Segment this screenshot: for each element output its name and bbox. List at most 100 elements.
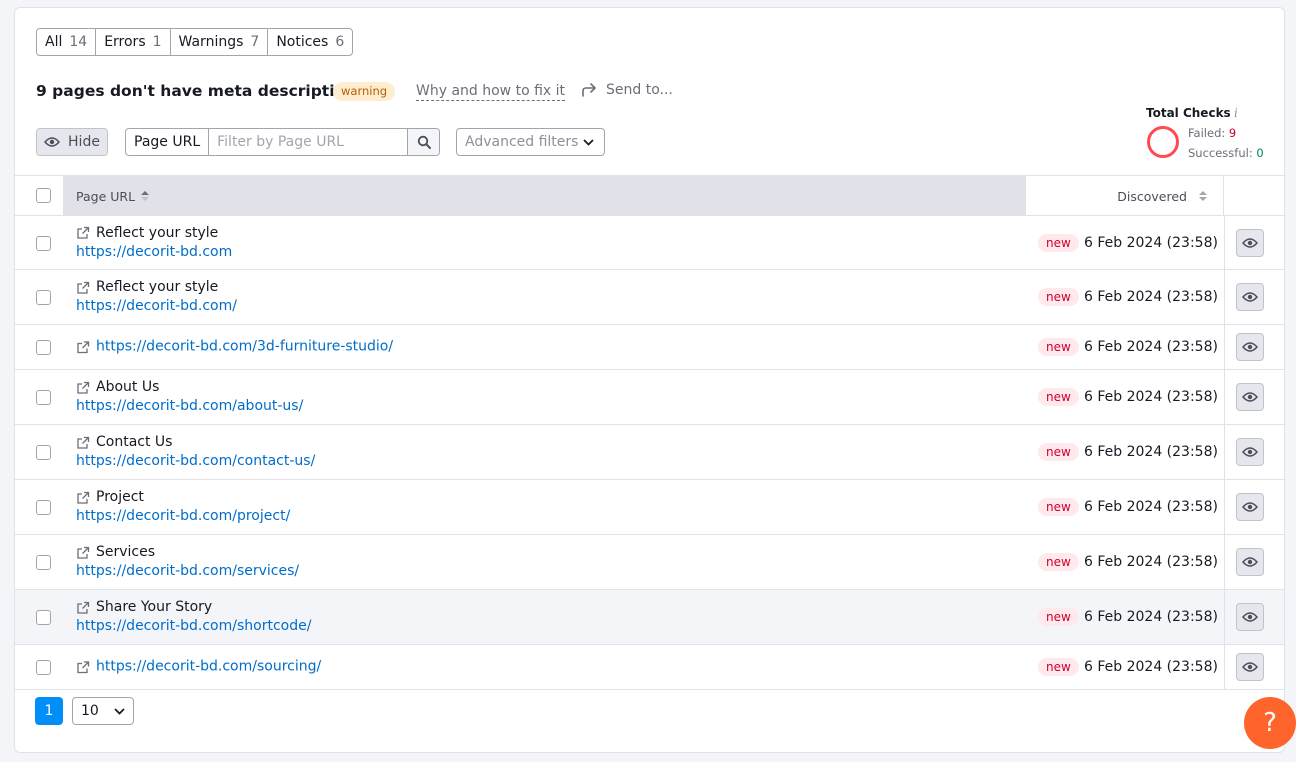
page-url-link[interactable]: https://decorit-bd.com/contact-us/ bbox=[76, 452, 315, 471]
row-checkbox[interactable] bbox=[36, 340, 51, 355]
view-details-button[interactable] bbox=[1236, 603, 1264, 631]
info-icon[interactable]: i bbox=[1234, 106, 1238, 120]
total-checks-title: Total Checks bbox=[1146, 106, 1231, 120]
sort-icon bbox=[1199, 191, 1207, 201]
external-link-icon[interactable] bbox=[76, 226, 90, 240]
row-checkbox[interactable] bbox=[36, 660, 51, 675]
page-url-link[interactable]: https://decorit-bd.com/project/ bbox=[76, 507, 290, 526]
successful-value: 0 bbox=[1256, 146, 1264, 160]
column-divider bbox=[1224, 535, 1225, 589]
page-title-line: Share Your Story bbox=[76, 598, 311, 617]
discovered-date: 6 Feb 2024 (23:58) bbox=[1084, 659, 1218, 675]
table-row: Reflect your style https://decorit-bd.com… bbox=[15, 270, 1284, 325]
external-link-icon[interactable] bbox=[76, 281, 90, 295]
discovered-date: 6 Feb 2024 (23:58) bbox=[1084, 339, 1218, 355]
page-url-link[interactable]: https://decorit-bd.com/3d-furniture-stud… bbox=[96, 338, 393, 357]
view-details-button[interactable] bbox=[1236, 333, 1264, 361]
failed-value[interactable]: 9 bbox=[1229, 126, 1236, 140]
eye-icon bbox=[1242, 392, 1258, 402]
sort-ascending-icon bbox=[141, 191, 150, 201]
new-badge: new bbox=[1038, 443, 1079, 461]
help-button[interactable]: ? bbox=[1244, 697, 1296, 749]
tab-errors[interactable]: Errors 1 bbox=[96, 29, 171, 55]
row-checkbox[interactable] bbox=[36, 500, 51, 515]
table-row: Share Your Story https://decorit-bd.com/s… bbox=[15, 590, 1284, 645]
advanced-filters-dropdown[interactable]: Advanced filters bbox=[456, 128, 605, 156]
column-header-page-url[interactable]: Page URL bbox=[63, 176, 1026, 216]
page-url-link[interactable]: https://decorit-bd.com/sourcing/ bbox=[96, 658, 321, 677]
column-label: Page URL bbox=[76, 188, 136, 204]
page-title-line: Reflect your style bbox=[76, 278, 237, 297]
why-and-how-link[interactable]: Why and how to fix it bbox=[416, 83, 566, 101]
send-to-label: Send to... bbox=[606, 82, 673, 98]
view-details-button[interactable] bbox=[1236, 493, 1264, 521]
row-checkbox[interactable] bbox=[36, 555, 51, 570]
eye-icon bbox=[44, 137, 61, 147]
hide-button[interactable]: Hide bbox=[36, 128, 108, 156]
external-link-icon[interactable] bbox=[76, 381, 90, 395]
view-details-button[interactable] bbox=[1236, 548, 1264, 576]
pagination-page-1[interactable]: 1 bbox=[35, 697, 63, 725]
tab-label: Warnings bbox=[178, 34, 244, 50]
page-title: About Us bbox=[96, 379, 160, 395]
view-details-button[interactable] bbox=[1236, 653, 1264, 681]
tab-all[interactable]: All 14 bbox=[37, 29, 97, 55]
view-details-button[interactable] bbox=[1236, 283, 1264, 311]
eye-icon bbox=[1242, 662, 1258, 672]
page-title-line: Project bbox=[76, 488, 290, 507]
column-divider bbox=[1224, 270, 1225, 324]
eye-icon bbox=[1242, 342, 1258, 352]
view-details-button[interactable] bbox=[1236, 438, 1264, 466]
share-arrow-icon bbox=[582, 83, 596, 97]
eye-icon bbox=[1242, 237, 1258, 248]
chevron-down-icon bbox=[583, 138, 594, 146]
issue-card: All 14 Errors 1 Warnings 7 Notices 6 9 pages… bbox=[14, 7, 1285, 753]
tab-notices[interactable]: Notices 6 bbox=[268, 29, 352, 55]
table-header: Page URL Discovered bbox=[15, 175, 1284, 216]
page-url-cell: https://decorit-bd.com/sourcing/ bbox=[76, 658, 321, 677]
row-checkbox[interactable] bbox=[36, 445, 51, 460]
page-url-link[interactable]: https://decorit-bd.com bbox=[76, 243, 232, 262]
page-url-link[interactable]: https://decorit-bd.com/services/ bbox=[76, 562, 299, 581]
table-row: Project https://decorit-bd.com/project/ne… bbox=[15, 480, 1284, 535]
new-badge: new bbox=[1038, 288, 1079, 306]
tab-count: 1 bbox=[152, 34, 162, 50]
row-checkbox[interactable] bbox=[36, 390, 51, 405]
advanced-filters-label: Advanced filters bbox=[465, 134, 579, 150]
row-checkbox[interactable] bbox=[36, 235, 51, 251]
page-url-filter-input[interactable] bbox=[209, 129, 407, 155]
page-title-line: Reflect your style bbox=[76, 224, 232, 243]
page-url-link[interactable]: https://decorit-bd.com/shortcode/ bbox=[76, 617, 311, 636]
row-checkbox[interactable] bbox=[36, 290, 51, 305]
table-row: https://decorit-bd.com/3d-furniture-stud… bbox=[15, 325, 1284, 370]
search-button[interactable] bbox=[407, 129, 439, 155]
column-divider bbox=[1224, 645, 1225, 689]
view-details-button[interactable] bbox=[1236, 383, 1264, 411]
tab-label: Notices bbox=[276, 34, 329, 50]
per-page-value: 10 bbox=[81, 703, 99, 719]
external-link-icon[interactable] bbox=[76, 660, 90, 674]
per-page-select[interactable]: 10 bbox=[72, 697, 134, 725]
row-checkbox[interactable] bbox=[36, 610, 51, 625]
column-header-discovered[interactable]: Discovered bbox=[1026, 176, 1224, 216]
external-link-icon[interactable] bbox=[76, 340, 90, 354]
table-row: Reflect your style https://decorit-bd.com… bbox=[15, 216, 1284, 270]
page-url-filter-label: Page URL bbox=[126, 129, 210, 155]
external-link-icon[interactable] bbox=[76, 436, 90, 450]
page-url-link[interactable]: https://decorit-bd.com/about-us/ bbox=[76, 397, 303, 416]
discovered-date: 6 Feb 2024 (23:58) bbox=[1084, 234, 1218, 251]
failed-label: Failed: bbox=[1188, 126, 1226, 140]
column-divider bbox=[1224, 325, 1225, 369]
select-all-checkbox[interactable] bbox=[36, 188, 51, 203]
external-link-icon[interactable] bbox=[76, 546, 90, 560]
page-title: Services bbox=[96, 544, 156, 560]
page-url-cell: Services https://decorit-bd.com/services/ bbox=[76, 543, 299, 581]
external-link-icon[interactable] bbox=[76, 491, 90, 505]
send-to-button[interactable]: Send to... bbox=[581, 82, 673, 98]
page-url-link[interactable]: https://decorit-bd.com/ bbox=[76, 297, 237, 316]
view-details-button[interactable] bbox=[1236, 228, 1264, 257]
table-row: Contact Us https://decorit-bd.com/contact… bbox=[15, 425, 1284, 480]
external-link-icon[interactable] bbox=[76, 601, 90, 615]
warning-badge: warning bbox=[333, 82, 396, 101]
tab-warnings[interactable]: Warnings 7 bbox=[171, 29, 269, 55]
